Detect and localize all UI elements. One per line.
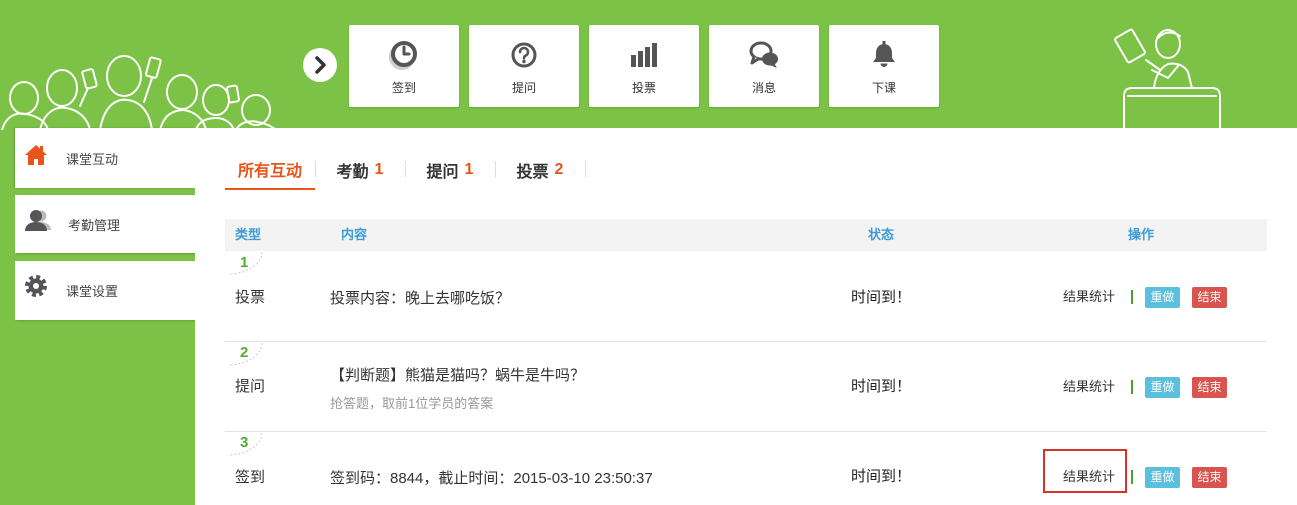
tab-label: 考勤 bbox=[336, 164, 369, 181]
table-row: 2 提问 【判断题】熊猫是猫吗？蜗牛是牛吗？ 抢答题，取前1位学员的答案 时间到… bbox=[225, 342, 1267, 432]
toolbar-label: 提问 bbox=[511, 81, 536, 95]
main-panel: 所有互动 考勤 1 提问 1 投票 2 类型 内容 状态 操作 1 投票 投票内… bbox=[195, 128, 1297, 505]
end-button[interactable]: 结束 bbox=[1192, 286, 1227, 308]
tab-count: 1 bbox=[374, 161, 384, 178]
sidebar-item-classroom-interaction[interactable]: 课堂互动 bbox=[15, 128, 195, 188]
toolbar-label: 签到 bbox=[391, 81, 416, 95]
row-status: 时间到！ bbox=[850, 468, 911, 485]
tab-votes[interactable]: 投票 2 bbox=[495, 150, 585, 190]
row-index: 3 bbox=[240, 434, 249, 451]
tab-all-interactions[interactable]: 所有互动 bbox=[225, 150, 315, 190]
row-actions: 结果统计 重做 结束 bbox=[1063, 376, 1227, 398]
tab-attendance[interactable]: 考勤 1 bbox=[315, 150, 405, 190]
teacher-illustration bbox=[1114, 28, 1221, 130]
bell-icon bbox=[873, 41, 895, 67]
user-icon bbox=[25, 210, 51, 231]
result-stats-link[interactable]: 结果统计 bbox=[1063, 287, 1119, 307]
toolbar-label: 下课 bbox=[871, 81, 896, 95]
row-index: 2 bbox=[240, 344, 249, 361]
table-row: 3 签到 签到码：8844，截止时间：2015-03-10 23:50:37 时… bbox=[225, 432, 1267, 505]
row-content: 签到码：8844，截止时间：2015-03-10 23:50:37 bbox=[330, 470, 653, 487]
redo-button[interactable]: 重做 bbox=[1145, 376, 1180, 398]
row-actions: 结果统计 重做 结束 bbox=[1063, 466, 1227, 488]
table-row: 1 投票 投票内容：晚上去哪吃饭？ 时间到！ 结果统计 重做 结束 bbox=[225, 251, 1267, 342]
row-index: 1 bbox=[240, 254, 249, 271]
result-stats-link[interactable]: 结果统计 bbox=[1063, 377, 1119, 397]
row-type: 签到 bbox=[235, 469, 266, 486]
table-header: 类型 内容 状态 操作 bbox=[225, 219, 1267, 251]
tab-label: 投票 bbox=[516, 164, 549, 181]
bar-chart-icon bbox=[631, 43, 657, 67]
end-button[interactable]: 结束 bbox=[1192, 376, 1227, 398]
row-type: 投票 bbox=[235, 289, 266, 306]
action-separator bbox=[1131, 470, 1133, 484]
expand-toolbar-button[interactable] bbox=[303, 48, 337, 82]
sidebar-item-label: 课堂设置 bbox=[66, 284, 119, 299]
tab-count: 2 bbox=[554, 161, 564, 178]
action-separator bbox=[1131, 290, 1133, 304]
question-icon bbox=[511, 42, 537, 68]
interaction-table: 类型 内容 状态 操作 1 投票 投票内容：晚上去哪吃饭？ 时间到！ 结果统计 … bbox=[225, 219, 1267, 505]
toolbar-end-class-button[interactable]: 下课 bbox=[829, 25, 939, 107]
tab-label: 所有互动 bbox=[237, 163, 302, 180]
end-button[interactable]: 结束 bbox=[1192, 466, 1227, 488]
row-subtext: 抢答题，取前1位学员的答案 bbox=[330, 396, 494, 411]
row-content: 投票内容：晚上去哪吃饭？ bbox=[330, 290, 511, 307]
row-content: 【判断题】熊猫是猫吗？蜗牛是牛吗？ bbox=[330, 367, 586, 384]
row-actions: 结果统计 重做 结束 bbox=[1063, 286, 1227, 308]
sidebar-item-label: 课堂互动 bbox=[66, 152, 119, 167]
row-status: 时间到！ bbox=[850, 378, 911, 395]
chat-icon bbox=[749, 41, 778, 68]
tab-count: 1 bbox=[464, 161, 474, 178]
header-actions: 操作 bbox=[1128, 227, 1155, 242]
chevron-right-icon bbox=[315, 56, 326, 74]
toolbar-checkin-button[interactable]: 签到 bbox=[349, 25, 459, 107]
clock-icon bbox=[389, 41, 417, 70]
sidebar-item-class-settings[interactable]: 课堂设置 bbox=[15, 261, 195, 320]
crowd-illustration bbox=[1, 55, 277, 130]
row-type: 提问 bbox=[235, 378, 266, 395]
row-status: 时间到！ bbox=[850, 289, 911, 306]
action-separator bbox=[1131, 380, 1133, 394]
gear-icon bbox=[25, 275, 47, 297]
redo-button[interactable]: 重做 bbox=[1145, 286, 1180, 308]
header-content: 内容 bbox=[341, 227, 368, 242]
toolbar-label: 投票 bbox=[631, 81, 656, 95]
toolbar-vote-button[interactable]: 投票 bbox=[589, 25, 699, 107]
tab-label: 提问 bbox=[426, 164, 459, 181]
header-type: 类型 bbox=[235, 227, 262, 242]
home-icon bbox=[25, 145, 47, 165]
header-status: 状态 bbox=[868, 227, 895, 242]
tab-separator bbox=[585, 161, 586, 177]
sidebar-item-label: 考勤管理 bbox=[68, 218, 121, 233]
toolbar-message-button[interactable]: 消息 bbox=[709, 25, 819, 107]
sidebar-item-attendance[interactable]: 考勤管理 bbox=[15, 195, 195, 253]
redo-button[interactable]: 重做 bbox=[1145, 466, 1180, 488]
toolbar-question-button[interactable]: 提问 bbox=[469, 25, 579, 107]
tab-questions[interactable]: 提问 1 bbox=[405, 150, 495, 190]
result-stats-link[interactable]: 结果统计 bbox=[1063, 467, 1119, 487]
toolbar-label: 消息 bbox=[751, 81, 776, 95]
